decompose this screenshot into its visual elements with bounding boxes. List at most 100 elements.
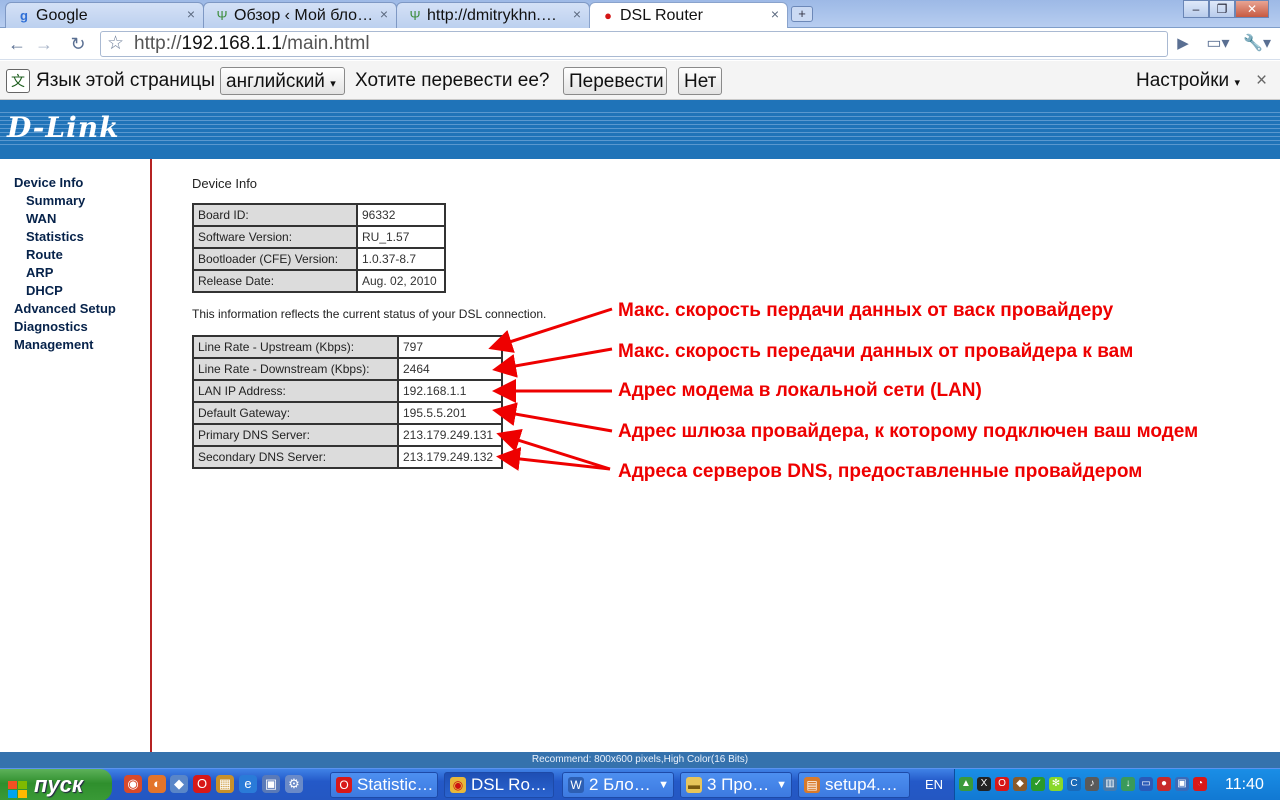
annotation-arrow <box>492 347 613 378</box>
ie-quicklaunch-icon[interactable]: e <box>239 775 257 793</box>
go-icon[interactable]: ▶ <box>1171 32 1195 56</box>
task-title: Statistic… <box>357 775 434 794</box>
tray-volume-icon[interactable]: ♪ <box>1085 777 1099 791</box>
tray-shield-icon[interactable]: ✓ <box>1031 777 1045 791</box>
nav-wan[interactable]: WAN <box>26 211 56 226</box>
clock[interactable]: 11:40 <box>1225 769 1264 800</box>
wordpress-icon: Ψ <box>216 8 228 23</box>
opera-quicklaunch-icon[interactable]: O <box>193 775 211 793</box>
tray-update-icon[interactable]: ↓ <box>1121 777 1135 791</box>
translate-settings[interactable]: Настройки ▾ <box>1136 67 1240 95</box>
minimize-button[interactable]: – <box>1183 0 1209 18</box>
forward-icon[interactable]: → <box>32 32 56 56</box>
nav-summary[interactable]: Summary <box>26 193 85 208</box>
tab-google[interactable]: g Google × <box>5 2 204 28</box>
tray-sun-icon[interactable]: ✻ <box>1049 777 1063 791</box>
language-select[interactable]: английский ▾ <box>220 67 345 95</box>
language-indicator[interactable]: EN <box>925 777 943 792</box>
nav-statistics[interactable]: Statistics <box>26 229 84 244</box>
installer-icon: ▤ <box>804 777 820 793</box>
close-tab-icon[interactable]: × <box>380 6 388 22</box>
dlink-banner: D-Link <box>0 100 1280 159</box>
task-statistics[interactable]: O Statistic… <box>330 772 438 798</box>
nav-device-info[interactable]: Device Info <box>14 175 83 190</box>
windows-taskbar: пуск ◉ ◐ ◆ O ▦ e ▣ ⚙ O Statistic… ◉ DSL … <box>0 768 1280 800</box>
annotation-arrow <box>492 402 613 433</box>
browser-toolbar: ← → ↻ ☆ http://192.168.1.1/main.html ▶ ▭… <box>0 28 1280 60</box>
tray-x-icon[interactable]: X <box>977 777 991 791</box>
router-footer-note: Recommend: 800x600 pixels,High Color(16 … <box>0 752 1280 768</box>
start-button[interactable]: пуск <box>0 769 112 800</box>
tray-record-icon[interactable]: ● <box>1157 777 1171 791</box>
wordpress-icon: Ψ <box>409 8 421 23</box>
nav-route[interactable]: Route <box>26 247 63 262</box>
tray-opera-icon[interactable]: O <box>995 777 1009 791</box>
close-window-button[interactable]: ✕ <box>1235 0 1269 18</box>
tool-quicklaunch-icon[interactable]: ▦ <box>216 775 234 793</box>
nav-dhcp[interactable]: DHCP <box>26 283 63 298</box>
dlink-logo: D-Link <box>7 111 120 144</box>
annotation-lan: Адрес модема в локальной сети (LAN) <box>618 380 982 401</box>
chevron-down-icon: ▾ <box>330 78 336 90</box>
new-tab-button[interactable]: + <box>791 6 813 22</box>
tray-device-icon[interactable]: ▥ <box>1103 777 1117 791</box>
wrench-menu-icon[interactable]: 🔧▾ <box>1240 32 1274 56</box>
tab-blog-overview[interactable]: Ψ Обзор ‹ Мой бло… × <box>203 2 397 28</box>
nav-advanced-setup[interactable]: Advanced Setup <box>14 301 116 316</box>
back-icon[interactable]: ← <box>5 32 29 56</box>
tray-c-icon[interactable]: C <box>1067 777 1081 791</box>
opera-icon: O <box>336 777 352 793</box>
language-value: английский <box>226 71 325 92</box>
chrome-quicklaunch-icon[interactable]: ◉ <box>124 775 142 793</box>
url-scheme: http:// <box>134 33 182 54</box>
tab-title: Google <box>36 7 88 24</box>
app-quicklaunch-icon[interactable]: ◆ <box>170 775 188 793</box>
close-translate-bar-icon[interactable]: × <box>1256 67 1267 95</box>
tab-title: http://dmitrykhn.… <box>427 7 557 24</box>
desktop-quicklaunch-icon[interactable]: ▣ <box>262 775 280 793</box>
maximize-button[interactable]: ❐ <box>1209 0 1235 18</box>
chevron-down-icon: ▼ <box>658 779 669 791</box>
tray-network-icon[interactable]: ▲ <box>959 777 973 791</box>
translate-button[interactable]: Перевести <box>563 67 667 95</box>
nav-arp[interactable]: ARP <box>26 265 53 280</box>
translate-prefix: Язык этой страницы <box>36 70 215 91</box>
url-host: 192.168.1.1 <box>181 33 282 54</box>
dlink-icon: ● <box>604 8 612 23</box>
task-folder-group[interactable]: ▬ 3 Про… ▼ <box>680 772 792 798</box>
bookmark-star-icon[interactable]: ☆ <box>107 32 124 56</box>
start-label: пуск <box>34 772 84 797</box>
windows-flag-icon <box>8 776 28 798</box>
settings-quicklaunch-icon[interactable]: ⚙ <box>285 775 303 793</box>
word-icon: W <box>568 777 584 793</box>
close-tab-icon[interactable]: × <box>771 6 779 22</box>
task-word-group[interactable]: W 2 Бло… ▼ <box>562 772 674 798</box>
nav-diagnostics[interactable]: Diagnostics <box>14 319 88 334</box>
task-setup[interactable]: ▤ setup4.… <box>798 772 910 798</box>
task-title: 2 Бло… <box>589 775 651 794</box>
system-tray: ▲ X O ◆ ✓ ✻ C ♪ ▥ ↓ ▭ ● ▣ ◔ 11:40 <box>954 769 1280 800</box>
annotation-arrows <box>488 307 613 471</box>
annotation-gateway: Адрес шлюза провайдера, к которому подкл… <box>618 421 1199 442</box>
page-menu-icon[interactable]: ▭▾ <box>1203 32 1233 56</box>
task-title: 3 Про… <box>707 775 770 794</box>
reload-icon[interactable]: ↻ <box>66 32 90 56</box>
tab-title: Обзор ‹ Мой бло… <box>234 7 374 24</box>
close-tab-icon[interactable]: × <box>573 6 581 22</box>
close-tab-icon[interactable]: × <box>187 6 195 22</box>
tray-app-icon[interactable]: ◆ <box>1013 777 1027 791</box>
tray-monitor-icon[interactable]: ▭ <box>1139 777 1153 791</box>
nav-management[interactable]: Management <box>14 337 93 352</box>
firefox-quicklaunch-icon[interactable]: ◐ <box>148 775 166 793</box>
tab-dsl-router[interactable]: ● DSL Router × <box>589 2 788 28</box>
translate-settings-label: Настройки <box>1136 70 1230 91</box>
tray-window-icon[interactable]: ▣ <box>1175 777 1189 791</box>
no-button[interactable]: Нет <box>678 67 722 95</box>
task-title: DSL Ro… <box>471 775 547 794</box>
annotation-downstream: Макс. скорость передачи данных от провай… <box>618 341 1134 362</box>
tray-antivirus-icon[interactable]: ◔ <box>1193 777 1207 791</box>
task-title: setup4.… <box>825 775 898 794</box>
address-bar[interactable]: ☆ http://192.168.1.1/main.html <box>100 31 1168 57</box>
tab-dmitrykhn[interactable]: Ψ http://dmitrykhn.… × <box>396 2 590 28</box>
task-dsl-router[interactable]: ◉ DSL Ro… <box>444 772 554 798</box>
